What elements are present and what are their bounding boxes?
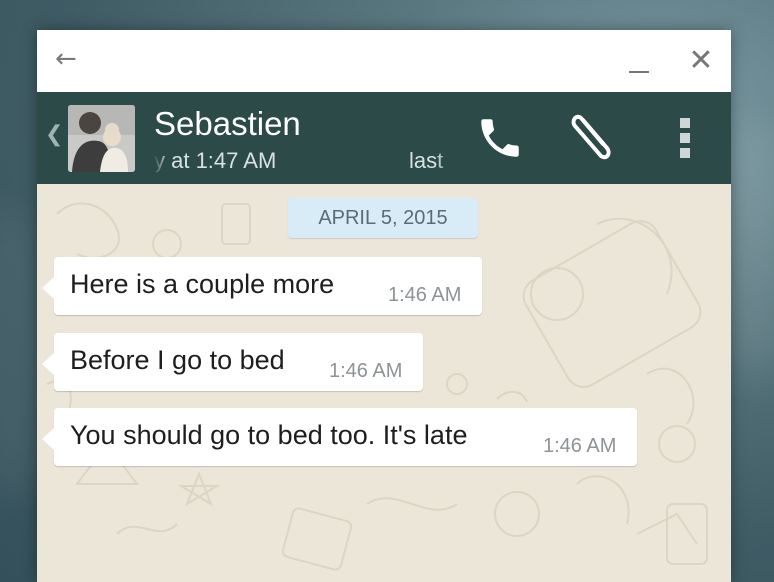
more-vertical-icon[interactable] xyxy=(675,112,695,164)
chevron-left-icon[interactable]: ❮ xyxy=(45,122,63,147)
message-bubble[interactable]: Before I go to bed 1:46 AM xyxy=(42,333,423,391)
message-time: 1:46 AM xyxy=(388,284,462,306)
last-seen-status: y at 1:47 AM last xyxy=(154,147,504,175)
minimize-icon[interactable] xyxy=(627,50,651,76)
message-text: You should go to bed too. It's late xyxy=(70,420,468,450)
message-time: 1:46 AM xyxy=(329,360,403,382)
arrow-left-icon[interactable]: ← xyxy=(55,44,81,74)
chat-window: ← ✕ ❮ Sebastien y at 1:47 AM last APRIL … xyxy=(37,30,731,582)
status-text-left: y at 1:47 AM xyxy=(154,148,277,173)
status-fade xyxy=(154,147,168,175)
contact-name[interactable]: Sebastien xyxy=(154,104,301,144)
status-fade xyxy=(436,147,456,175)
message-time: 1:46 AM xyxy=(543,435,617,457)
chat-area[interactable]: APRIL 5, 2015 Here is a couple more 1:46… xyxy=(37,184,731,582)
close-icon[interactable]: ✕ xyxy=(687,44,715,78)
message-text: Before I go to bed xyxy=(70,345,285,375)
message-bubble[interactable]: Here is a couple more 1:46 AM xyxy=(42,257,482,315)
message-bubble[interactable]: You should go to bed too. It's late 1:46… xyxy=(42,408,637,466)
paperclip-icon[interactable] xyxy=(563,108,623,166)
conversation-header: ❮ Sebastien y at 1:47 AM last xyxy=(37,92,731,184)
window-titlebar: ← ✕ xyxy=(37,30,731,92)
avatar-photo xyxy=(68,105,135,172)
message-text: Here is a couple more xyxy=(70,269,335,299)
phone-icon[interactable] xyxy=(475,112,525,164)
date-divider: APRIL 5, 2015 xyxy=(288,198,478,238)
avatar[interactable] xyxy=(68,105,135,172)
